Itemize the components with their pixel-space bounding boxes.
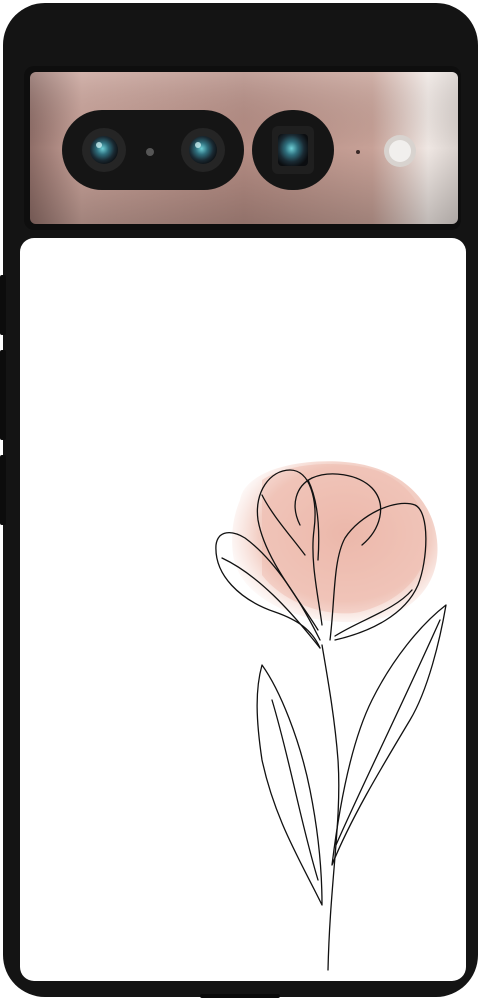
side-button [0,455,6,525]
phone-case-image [0,3,478,998]
bottom-edge [200,994,280,998]
side-button [0,350,6,440]
microphone-dot [356,150,360,154]
side-button [0,275,6,335]
camera-sensor [146,148,154,156]
phone-case-product [0,0,481,1000]
